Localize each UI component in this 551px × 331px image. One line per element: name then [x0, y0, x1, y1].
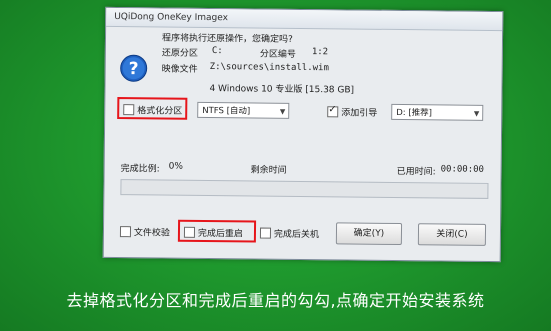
- svg-text:?: ?: [129, 59, 139, 79]
- elapsed-time-value: 00:00:00: [440, 164, 485, 175]
- complete-ratio-label: 完成比例:: [120, 164, 160, 175]
- question-icon: ?: [120, 54, 148, 82]
- boot-drive-select[interactable]: D: [推荐] ▼: [391, 103, 484, 121]
- restore-partition-label: 还原分区: [161, 48, 198, 59]
- boot-drive-select-value: D: [推荐]: [396, 107, 433, 119]
- restore-partition-value: C:: [211, 46, 223, 57]
- format-partition-highlight: [117, 97, 188, 120]
- onekey-dialog: UQiDong OneKey Imagex ? 程序将执行还原操作，您确定吗? …: [102, 6, 504, 263]
- verify-file-label: 文件校验: [133, 228, 171, 239]
- filesystem-select[interactable]: NTFS [自动] ▼: [197, 101, 290, 119]
- remaining-time-label: 剩余时间: [250, 165, 287, 176]
- verify-file-checkbox[interactable]: [119, 226, 132, 238]
- instruction-caption: 去掉格式化分区和完成后重启的勾勾,点确定开始安装系统: [66, 291, 485, 310]
- ok-button[interactable]: 确定(Y): [335, 222, 403, 246]
- confirm-question: 程序将执行还原操作，您确定吗?: [161, 33, 293, 45]
- reboot-after-highlight: [177, 219, 257, 243]
- add-boot-checkbox[interactable]: [327, 106, 339, 118]
- chevron-down-icon: ▼: [473, 109, 480, 118]
- image-file-path: Z:\sources\install.wim: [209, 62, 329, 74]
- chevron-down-icon: ▼: [279, 107, 286, 116]
- image-detail: 4 Windows 10 专业版 [15.38 GB]: [209, 84, 355, 96]
- install-progress-bar: [120, 179, 489, 199]
- partition-number-value: 1:2: [311, 47, 329, 58]
- shutdown-after-checkbox[interactable]: [259, 227, 272, 239]
- close-button[interactable]: 关闭(C): [417, 223, 487, 246]
- partition-number-label: 分区编号: [259, 49, 296, 60]
- elapsed-time-label: 已用时间:: [396, 166, 436, 178]
- filesystem-select-value: NTFS [自动]: [202, 105, 251, 117]
- shutdown-after-label: 完成后关机: [273, 229, 320, 241]
- complete-ratio-value: 0%: [168, 161, 183, 172]
- image-file-label: 映像文件: [161, 64, 198, 75]
- add-boot-label: 添加引导: [341, 108, 378, 119]
- dialog-title: UQiDong OneKey Imagex: [106, 7, 503, 32]
